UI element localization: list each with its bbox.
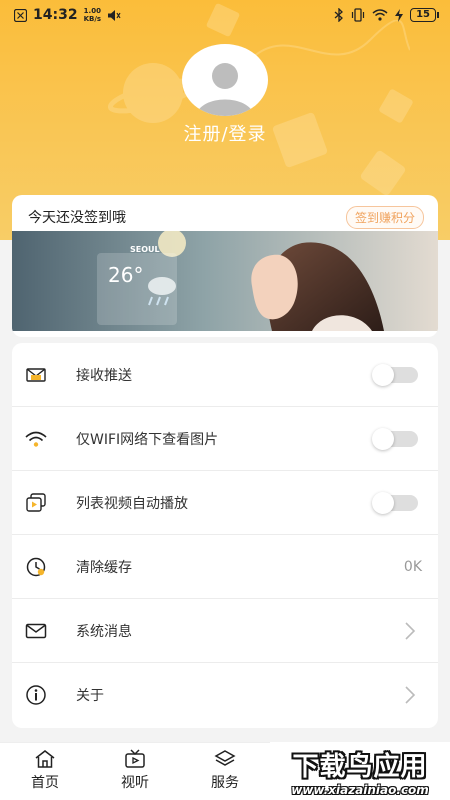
charging-icon (395, 8, 404, 22)
settings-list: 接收推送 仅WIFI网络下查看图片 列表视频自动播放 清除缓存 0K 系统消息 … (12, 343, 438, 728)
tab-home[interactable]: 首页 (0, 743, 90, 800)
video-play-icon (24, 491, 48, 515)
tab-services[interactable]: 服务 (180, 743, 270, 800)
newspaper-decoration (360, 150, 406, 196)
network-speed: 1.00 KB/s (83, 7, 102, 23)
setting-row-autoplay: 列表视频自动播放 (12, 471, 438, 535)
wifi-only-toggle[interactable] (372, 428, 418, 450)
battery-indicator: 15 (410, 8, 439, 22)
autoplay-toggle[interactable] (372, 492, 418, 514)
push-envelope-icon (24, 363, 48, 387)
tab-label: 服务 (211, 775, 239, 791)
status-time: 14:32 (33, 7, 78, 23)
tab-audio-video[interactable]: 视听 (90, 743, 180, 800)
setting-label: 接收推送 (76, 367, 132, 384)
banner-city-text: SEOUL (130, 245, 160, 254)
chevron-right-icon (405, 622, 416, 640)
tv-icon (124, 749, 146, 769)
mail-icon (24, 619, 48, 643)
signin-card: 今天还没签到哦 签到赚积分 SEOUL 26° (12, 195, 438, 337)
setting-row-push: 接收推送 (12, 343, 438, 407)
wifi-status-icon (372, 9, 388, 21)
setting-label: 仅WIFI网络下查看图片 (76, 431, 219, 448)
setting-label: 关于 (76, 688, 104, 704)
tab-label: 首页 (31, 775, 59, 791)
register-login-link[interactable]: 注册/登录 (0, 120, 450, 146)
vibrate-icon (351, 8, 365, 22)
site-watermark: 下载鸟应用 www.xiazainiao.com (270, 742, 450, 800)
setting-label: 系统消息 (76, 623, 132, 640)
toggle-knob (372, 428, 394, 450)
setting-row-wifi-images: 仅WIFI网络下查看图片 (12, 407, 438, 471)
promo-banner[interactable]: SEOUL 26° (12, 231, 438, 331)
watermark-url: www.xiazainiao.com (291, 782, 429, 797)
cache-size-value: 0K (403, 558, 422, 575)
wifi-icon (24, 427, 48, 451)
notification-x-icon (14, 8, 27, 22)
info-icon (24, 683, 48, 707)
toggle-knob (372, 492, 394, 514)
avatar[interactable] (182, 44, 268, 116)
tab-label: 视听 (121, 775, 149, 791)
signin-status-text: 今天还没签到哦 (28, 210, 126, 226)
setting-label: 清除缓存 (76, 559, 132, 576)
push-toggle[interactable] (372, 364, 418, 386)
toggle-knob (372, 364, 394, 386)
watermark-title: 下载鸟应用 (292, 751, 428, 782)
chevron-right-icon (405, 686, 416, 704)
clock-clean-icon (24, 555, 48, 579)
setting-row-clear-cache[interactable]: 清除缓存 0K (12, 535, 438, 599)
setting-row-about[interactable]: 关于 (12, 663, 438, 727)
setting-row-system-messages[interactable]: 系统消息 (12, 599, 438, 663)
newspaper-decoration (379, 89, 413, 123)
home-icon (34, 749, 56, 769)
status-bar: 14:32 1.00 KB/s 15 (0, 0, 450, 30)
default-user-icon (196, 63, 254, 116)
setting-label: 列表视频自动播放 (76, 495, 188, 512)
bluetooth-icon (334, 8, 344, 22)
layers-icon (214, 749, 236, 769)
signin-earn-points-button[interactable]: 签到赚积分 (345, 206, 424, 229)
banner-photo (12, 231, 438, 331)
banner-temperature-text: 26° (108, 263, 144, 287)
mute-speaker-icon (108, 9, 121, 21)
